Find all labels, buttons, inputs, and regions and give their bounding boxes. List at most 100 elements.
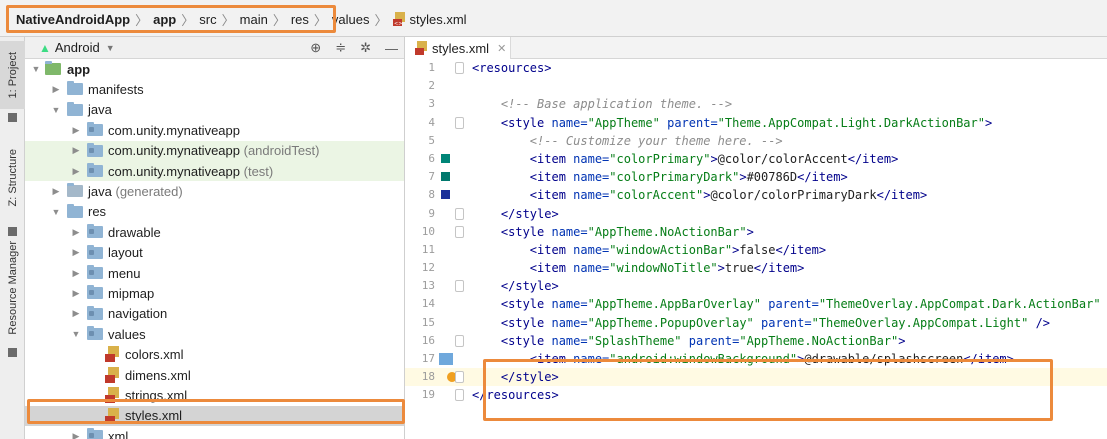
breadcrumb-app[interactable]: app (153, 12, 176, 27)
chevron-down-icon: ▼ (105, 42, 115, 53)
fold-icon[interactable] (455, 334, 464, 347)
line-number: 11 (421, 242, 435, 256)
breadcrumb-main[interactable]: main (240, 12, 268, 27)
code-line: 15 <style name="AppTheme.PopupOverlay" p… (405, 314, 1107, 332)
generated-folder-icon (67, 183, 83, 198)
collapse-arrow-icon: ▶ (72, 226, 80, 237)
code-line: 2 (405, 77, 1107, 95)
fold-icon[interactable] (455, 389, 464, 402)
breadcrumb-res[interactable]: res (291, 12, 309, 27)
project-tool-tab[interactable]: 1: Project (0, 41, 25, 109)
project-panel: ▲ Android ▼ ⊕ ≑ ✲ — ▼ app ▶ manifests ▼ … (25, 37, 405, 439)
tree-label: dimens.xml (125, 367, 191, 383)
color-swatch-icon[interactable] (441, 190, 450, 200)
fold-icon[interactable] (455, 116, 464, 129)
code-line: 19 </resources> (405, 386, 1107, 404)
image-preview-icon[interactable] (439, 353, 453, 365)
package-icon (87, 162, 103, 177)
tree-item-java[interactable]: ▼ java (25, 100, 404, 120)
tree-label: menu (108, 265, 141, 281)
color-swatch-icon[interactable] (441, 153, 450, 163)
tree-item-menu[interactable]: ▶ menu (25, 263, 404, 283)
locate-icon[interactable]: ⊕ (310, 40, 321, 56)
code-line: 3 <!-- Base application theme. --> (405, 95, 1107, 113)
hide-icon[interactable]: — (385, 41, 398, 56)
breadcrumb-values[interactable]: values (332, 12, 370, 27)
resource-tab-label: Resource Manager (6, 241, 19, 335)
tree-item-navigation[interactable]: ▶ navigation (25, 304, 404, 324)
line-number: 3 (428, 97, 435, 111)
tree-item-dimens-xml[interactable]: dimens.xml (25, 365, 404, 385)
line-number: 6 (428, 151, 435, 165)
code-line: 16 <style name="SplashTheme" parent="App… (405, 332, 1107, 350)
code-line: 8 <item name="colorAccent">@color/colorP… (405, 186, 1107, 204)
collapse-arrow-icon: ▶ (72, 247, 80, 258)
resource-folder-icon (67, 203, 83, 218)
chevron-right-icon: 〉 (135, 12, 149, 28)
tree-item-res[interactable]: ▼ res (25, 202, 404, 222)
line-number: 4 (428, 115, 435, 129)
tree-label: layout (108, 245, 143, 261)
tree-label: app (67, 61, 91, 77)
tree-item-java-generated[interactable]: ▶ java (generated) (25, 181, 404, 201)
breadcrumb-src[interactable]: src (199, 12, 216, 27)
tree-suffix: (androidTest) (243, 143, 320, 159)
breadcrumb-project[interactable]: NativeAndroidApp (16, 12, 130, 27)
editor-tab-label: styles.xml (432, 40, 490, 56)
collapse-all-icon[interactable]: ≑ (335, 40, 346, 56)
tree-item-layout[interactable]: ▶ layout (25, 243, 404, 263)
color-swatch-icon[interactable] (441, 172, 450, 182)
tree-item-manifests[interactable]: ▶ manifests (25, 79, 404, 99)
tree-item-mipmap[interactable]: ▶ mipmap (25, 283, 404, 303)
tree-item-values[interactable]: ▼ values (25, 324, 404, 344)
fold-icon[interactable] (455, 225, 464, 238)
project-tab-label: 1: Project (6, 51, 19, 99)
line-number: 13 (421, 279, 435, 293)
folder-icon (87, 224, 103, 239)
chevron-right-icon: 〉 (272, 12, 286, 28)
expand-arrow-icon: ▼ (71, 329, 81, 340)
breadcrumb-file[interactable]: styles.xml (410, 12, 467, 27)
code-line: 10 <style name="AppTheme.NoActionBar"> (405, 223, 1107, 241)
code-line: 12 <item name="windowNoTitle">true</item… (405, 259, 1107, 277)
tree-label: navigation (108, 306, 168, 322)
tree-item-styles-xml[interactable]: styles.xml (25, 405, 404, 427)
code-line: 1 <resources> (405, 59, 1107, 77)
line-number: 9 (428, 206, 435, 220)
fold-icon[interactable] (455, 62, 464, 74)
fold-icon[interactable] (455, 207, 464, 220)
structure-tab-label: Z: Structure (6, 149, 19, 207)
fold-icon[interactable] (455, 280, 464, 293)
tree-label: manifests (88, 82, 144, 98)
project-view-selector[interactable]: ▲ Android ▼ (39, 40, 115, 55)
chevron-right-icon: 〉 (181, 12, 195, 28)
folder-icon (67, 101, 83, 116)
chevron-right-icon: 〉 (313, 12, 327, 28)
code-line: 7 <item name="colorPrimaryDark">#00786D<… (405, 168, 1107, 186)
tree-item-colors-xml[interactable]: colors.xml (25, 344, 404, 364)
close-icon[interactable]: ✕ (497, 42, 506, 55)
fold-icon[interactable] (455, 371, 464, 384)
project-panel-header: ▲ Android ▼ ⊕ ≑ ✲ — (25, 37, 404, 59)
structure-tool-tab[interactable]: Z: Structure (0, 133, 25, 223)
gear-icon[interactable]: ✲ (360, 40, 371, 56)
code-line: 5 <!-- Customize your theme here. --> (405, 132, 1107, 150)
line-number: 5 (428, 133, 435, 147)
collapse-arrow-icon: ▶ (72, 287, 80, 298)
code-area[interactable]: 1 <resources> 2 3 <!-- Base application t… (405, 59, 1107, 405)
tree-item-package-test[interactable]: ▶ com.unity.mynativeapp (test) (25, 160, 404, 182)
tree-item-package-androidtest[interactable]: ▶ com.unity.mynativeapp (androidTest) (25, 140, 404, 161)
resource-icon (8, 348, 17, 357)
tree-item-app[interactable]: ▼ app (25, 59, 404, 79)
tree-item-xml[interactable]: ▶ xml (25, 426, 404, 439)
tree-item-drawable[interactable]: ▶ drawable (25, 222, 404, 242)
tree-item-strings-xml[interactable]: strings.xml (25, 385, 404, 405)
tree-label: styles.xml (125, 408, 183, 424)
editor-tab-styles-xml[interactable]: styles.xml ✕ (405, 37, 511, 59)
xml-file-icon (105, 387, 121, 404)
tree-item-package[interactable]: ▶ com.unity.mynativeapp (25, 120, 404, 140)
xml-file-icon (415, 41, 429, 55)
line-number: 16 (421, 333, 435, 347)
module-folder-icon (45, 61, 61, 75)
resource-manager-tab[interactable]: Resource Manager (0, 233, 25, 343)
